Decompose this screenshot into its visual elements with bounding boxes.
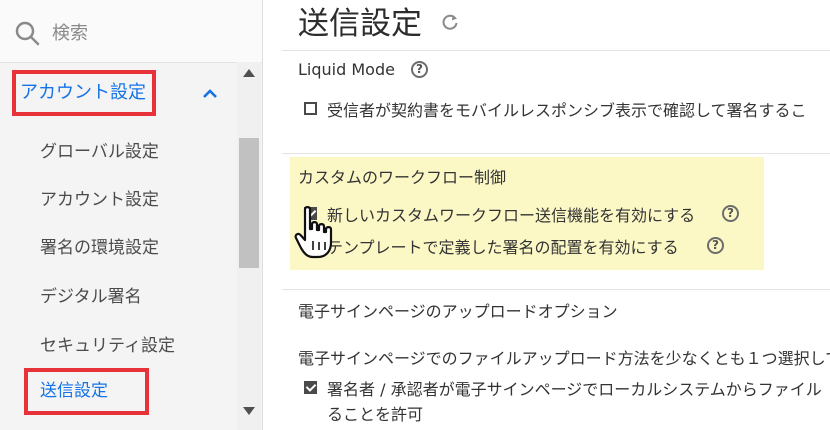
esign-upload-local-label-line1: 署名者 / 承認者が電子サインページでローカルシステムからファイル [327, 380, 822, 399]
divider [282, 289, 830, 290]
help-icon[interactable]: ? [707, 237, 724, 254]
sidebar-section-account-settings[interactable]: アカウント設定 [12, 70, 156, 116]
custom-workflow-option-label: 新しいカスタムワークフロー送信機能を有効にする [327, 206, 696, 225]
liquid-mode-heading: Liquid Mode [298, 60, 395, 79]
scrollbar-thumb[interactable] [239, 138, 259, 268]
search-icon [15, 21, 40, 46]
sidebar-item-account-settings[interactable]: アカウント設定 [40, 185, 159, 210]
esign-upload-heading: 電子サインページのアップロードオプション [298, 302, 618, 321]
sidebar-scrollbar[interactable] [237, 62, 261, 430]
esign-upload-local-checkbox[interactable] [304, 381, 317, 394]
template-signature-placement-label: テンプレートで定義した署名の配置を有効にする [327, 238, 679, 257]
esign-upload-instruction: 電子サインページでのファイルアップロード方法を少なくとも１つ選択して [298, 349, 830, 368]
sidebar-item-global-settings[interactable]: グローバル設定 [40, 137, 159, 162]
scroll-down-arrow-icon[interactable] [242, 406, 256, 416]
chevron-up-icon[interactable] [200, 86, 220, 100]
hand-pointer-cursor-icon [294, 206, 333, 259]
liquid-mode-checkbox[interactable] [304, 102, 317, 115]
help-icon[interactable]: ? [722, 205, 739, 222]
sidebar-item-signature-preferences[interactable]: 署名の環境設定 [40, 233, 159, 258]
sidebar-item-digital-signature[interactable]: デジタル署名 [40, 282, 142, 307]
sidebar: 検索 アカウント設定 グローバル設定 アカウント設定 署名の環境設定 デジタル署… [0, 0, 263, 430]
divider [282, 50, 830, 51]
page-title: 送信設定 [298, 6, 422, 42]
esign-upload-local-label-line2: ることを許可 [327, 405, 424, 424]
divider [282, 153, 830, 154]
sidebar-item-send-settings[interactable]: 送信設定 [24, 368, 149, 415]
search-input[interactable]: 検索 [52, 19, 88, 45]
search-box[interactable]: 検索 [0, 0, 262, 63]
scroll-up-arrow-icon[interactable] [242, 68, 256, 78]
custom-workflow-heading: カスタムのワークフロー制御 [298, 168, 507, 187]
refresh-icon[interactable] [440, 12, 460, 32]
help-icon[interactable]: ? [411, 61, 428, 78]
sidebar-item-security-settings[interactable]: セキュリティ設定 [40, 331, 175, 356]
liquid-mode-option-label: 受信者が契約書をモバイルレスポンシブ表示で確認して署名するこ [327, 101, 807, 120]
